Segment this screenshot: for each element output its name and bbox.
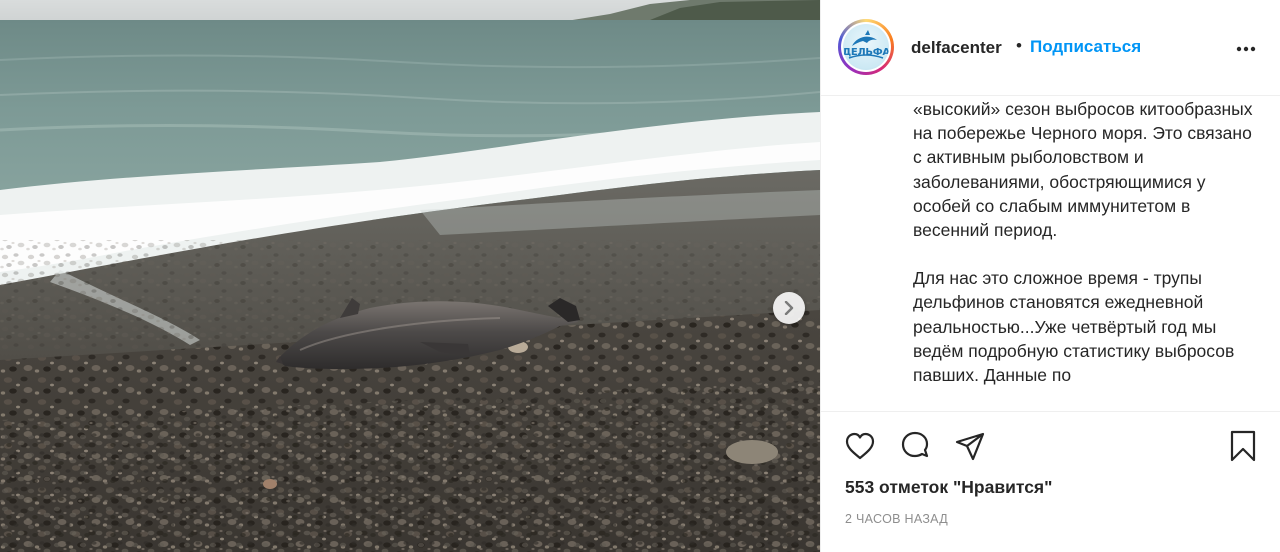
likes-count[interactable]: 553 отметок "Нравится" [845, 477, 1052, 498]
post-caption: «высокий» сезон выбросов китообразных на… [913, 97, 1263, 411]
post-actions: 553 отметок "Нравится" 2 ЧАСОВ НАЗАД [821, 411, 1280, 552]
share-button[interactable] [953, 429, 987, 463]
caption-paragraph-1: «высокий» сезон выбросов китообразных на… [913, 99, 1253, 241]
heart-icon [845, 432, 875, 460]
next-slide-button[interactable] [773, 292, 805, 324]
caption-paragraph-2: Для нас это сложное время - трупы дельфи… [913, 268, 1235, 386]
post-side-panel: ДЕЛЬФА delfacenter • Подписаться «высоки… [820, 0, 1280, 552]
comment-icon [901, 431, 929, 458]
dolphin-logo-icon [848, 30, 884, 59]
separator-dot: • [1016, 36, 1022, 55]
post-header: ДЕЛЬФА delfacenter • Подписаться [821, 0, 1280, 96]
save-button[interactable] [1226, 429, 1260, 463]
more-options-button[interactable] [1233, 36, 1259, 62]
like-button[interactable] [843, 429, 877, 463]
more-options-icon [1236, 46, 1256, 52]
post-photo[interactable] [0, 0, 820, 552]
chevron-right-icon [784, 301, 794, 315]
beach-photo-image [0, 0, 820, 552]
avatar[interactable]: ДЕЛЬФА [838, 19, 894, 75]
bookmark-icon [1230, 430, 1256, 462]
post-timestamp[interactable]: 2 ЧАСОВ НАЗАД [845, 512, 948, 526]
username-link[interactable]: delfacenter [911, 38, 1002, 58]
share-icon [955, 432, 985, 461]
avatar-logo: ДЕЛЬФА [843, 24, 889, 70]
follow-button[interactable]: Подписаться [1030, 37, 1141, 57]
comment-button[interactable] [898, 429, 932, 463]
